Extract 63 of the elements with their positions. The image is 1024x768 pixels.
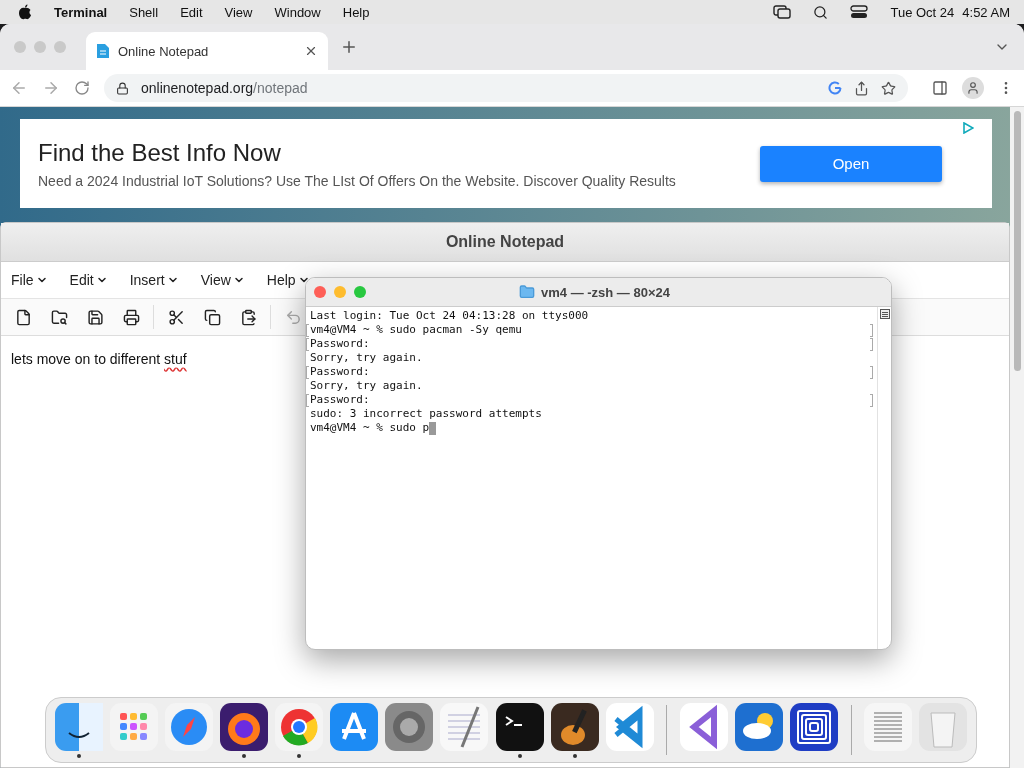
terminal-line: vm4@VM4 ~ % sudo p [310,421,437,435]
vscode-icon[interactable] [605,702,654,751]
menu-item[interactable]: Shell [129,4,159,20]
window-control[interactable] [314,286,326,298]
terminal-line: Password: [310,337,370,351]
control-center-icon[interactable] [850,5,869,19]
concentric-icon[interactable] [790,702,839,751]
notepad-menu[interactable]: Insert [129,272,179,288]
notepad-menu[interactable]: Edit [69,272,108,288]
menu-item[interactable]: Help [342,4,370,20]
finder-icon[interactable] [54,702,103,751]
garageband-icon[interactable] [550,702,599,751]
chrome-icon[interactable] [275,702,324,751]
terminal-line: Password: [310,365,370,379]
side-panel-icon[interactable] [932,80,948,96]
close-icon[interactable] [304,44,318,58]
terminal-line: sudo: 3 incorrect password attempts [310,407,542,421]
launchpad-icon[interactable] [109,702,158,751]
star-icon[interactable] [881,80,896,96]
reload-icon[interactable] [74,80,90,96]
visual-studio-icon[interactable] [679,702,728,751]
browser-tab[interactable]: Online Notepad [86,32,328,70]
windows-icon[interactable] [773,5,792,19]
time-text: 4:52 AM [962,4,1010,20]
new-tab-icon[interactable] [340,38,358,56]
google-icon[interactable] [828,81,842,95]
folder-icon [519,284,535,300]
address-bar[interactable]: onlinenotepad.org/notepad [104,74,908,102]
terminal-line: vm4@VM4 ~ % sudo pacman -Sy qemu [310,323,522,337]
menu-item[interactable]: Edit [180,4,203,20]
notepad-menu[interactable]: File [11,272,48,288]
document-icon [96,43,110,59]
ad-title: Find the Best Info Now [38,138,282,167]
notepad-title: Online Notepad [1,223,1009,262]
app-menu[interactable]: Terminal [54,4,108,20]
notepad-menu[interactable]: Help [266,272,310,288]
profile-icon[interactable] [962,77,984,99]
scrollbar[interactable] [1010,107,1024,768]
menu-item[interactable]: Window [274,4,321,20]
ad-text: Need a 2024 Industrial IoT Solutions? Use The LIst Of Offers On the Website. Discover Quality Results [38,172,677,189]
settings-icon[interactable] [385,702,434,751]
app-store-icon[interactable] [330,702,379,751]
terminal-icon[interactable] [495,702,544,751]
apple-icon[interactable] [18,4,32,20]
share-icon[interactable] [854,80,869,96]
notepad-menu[interactable]: View [200,272,245,288]
terminal-line: Last login: Tue Oct 24 04:13:28 on ttys000 [310,309,589,323]
search-icon[interactable] [813,4,829,20]
terminal-line: Sorry, try again. [310,351,423,365]
terminal-line: Sorry, try again. [310,379,423,393]
ad-choices-icon[interactable] [962,122,974,134]
open-button[interactable]: Open [760,145,942,182]
note-text[interactable]: lets move on to different stuf [11,351,187,367]
lock-icon [116,81,129,95]
terminal-line: Password: [310,393,370,407]
weather-icon[interactable] [735,702,784,751]
menu-item[interactable]: View [224,4,253,20]
window-title: vm4 — -zsh — 80×24 [541,284,670,300]
firefox-icon[interactable] [219,702,268,751]
safari-icon[interactable] [164,702,213,751]
scroll-marker-icon [879,309,890,319]
textedit-icon[interactable] [440,702,489,751]
date-text: Tue Oct 24 [890,4,955,20]
